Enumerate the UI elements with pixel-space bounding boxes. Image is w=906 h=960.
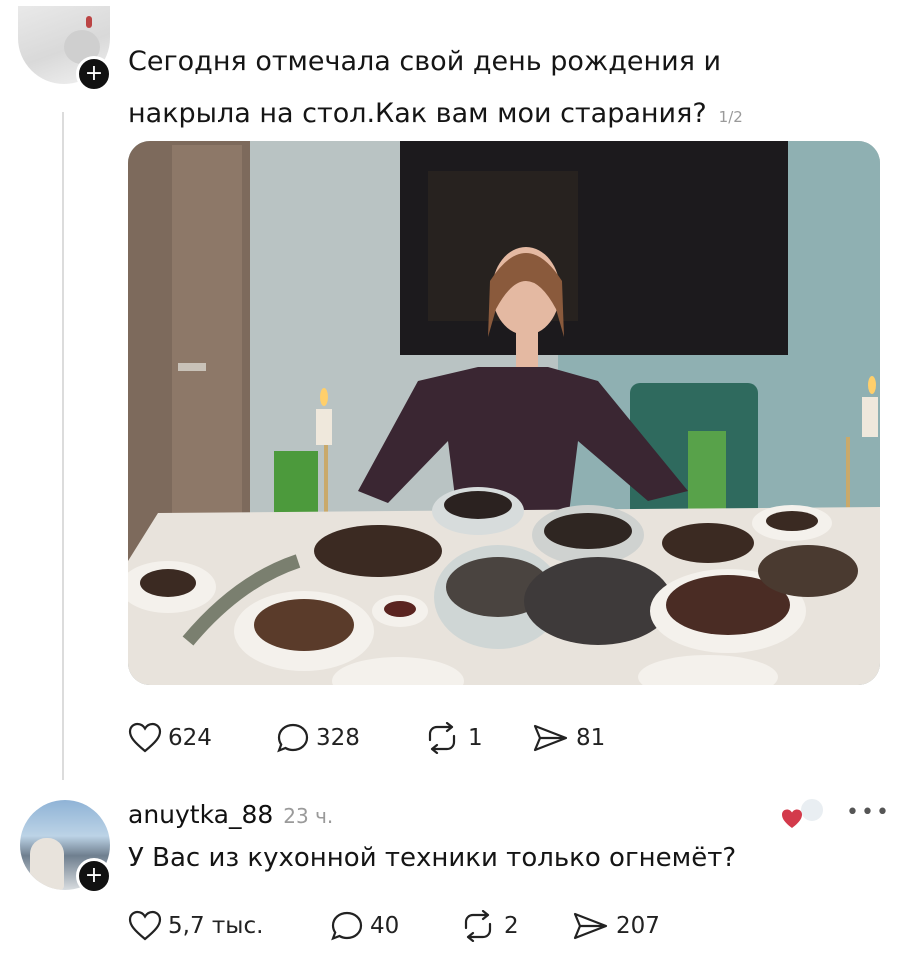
- author-like-heart-icon: [782, 797, 825, 828]
- comment-like-button[interactable]: 5,7 тыс.: [128, 910, 263, 942]
- comment-bubble-icon: [277, 723, 309, 753]
- comment-share-count: 207: [616, 913, 660, 939]
- heart-icon: [128, 722, 162, 753]
- follow-commenter-plus-icon[interactable]: +: [76, 858, 112, 894]
- thread-line: [62, 112, 64, 780]
- send-icon: [533, 724, 568, 752]
- repost-icon: [464, 910, 492, 942]
- post-like-button[interactable]: 624: [128, 722, 212, 754]
- comment-repost-button[interactable]: 2: [458, 910, 519, 942]
- post-repost-button[interactable]: 1: [422, 722, 483, 754]
- photo-illustration: [128, 141, 880, 685]
- post-like-count: 624: [168, 725, 212, 751]
- send-icon: [573, 912, 608, 940]
- image-counter: 1/2: [718, 108, 743, 126]
- post-share-button[interactable]: 81: [532, 722, 605, 754]
- heart-icon: [128, 910, 162, 941]
- comment-time: 23 ч.: [283, 804, 334, 828]
- post-comment-button[interactable]: 328: [276, 722, 360, 754]
- comment-reply-button[interactable]: 40: [330, 910, 399, 942]
- repost-icon: [428, 722, 456, 754]
- comment-reply-count: 40: [370, 913, 400, 939]
- follow-plus-icon[interactable]: +: [76, 56, 112, 92]
- comment-like-count: 5,7 тыс.: [168, 913, 264, 939]
- post-comment-count: 328: [316, 725, 360, 751]
- author-liked-indicator: [780, 797, 830, 832]
- comment-share-button[interactable]: 207: [572, 910, 660, 942]
- comment-repost-count: 2: [504, 913, 519, 939]
- post-share-count: 81: [576, 725, 606, 751]
- comment-text: У Вас из кухонной техники только огнемёт…: [128, 843, 737, 873]
- avatar-figure: [30, 838, 64, 890]
- post-caption: Сегодня отмечала свой день рождения и на…: [128, 46, 722, 129]
- avatar-accent: [86, 16, 92, 28]
- post-text: Сегодня отмечала свой день рождения и на…: [128, 36, 818, 143]
- comment-header: anuytka_88 23 ч.: [128, 800, 333, 829]
- more-dots-icon[interactable]: •••: [846, 800, 891, 825]
- post-photo[interactable]: [128, 141, 880, 685]
- comment-bubble-icon: [331, 911, 363, 941]
- post-repost-count: 1: [468, 725, 483, 751]
- commenter-username[interactable]: anuytka_88: [128, 800, 273, 829]
